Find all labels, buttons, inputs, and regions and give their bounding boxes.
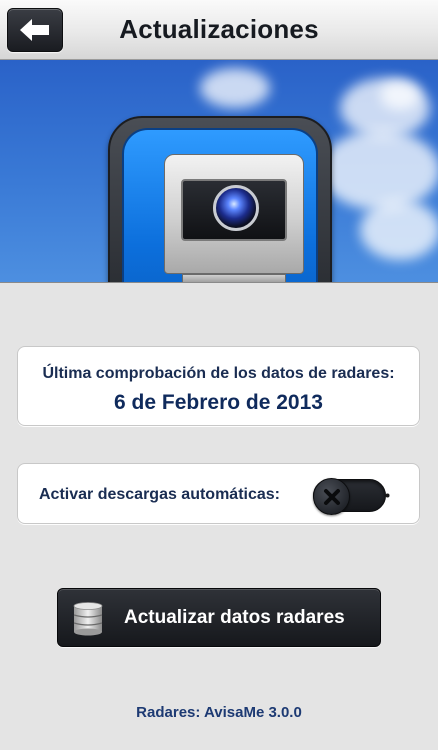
speed-camera-app-icon [108,116,332,282]
last-check-card: Última comprobación de los datos de rada… [17,346,420,426]
toggle-knob[interactable] [313,478,350,515]
update-radar-data-button[interactable]: Actualizar datos radares [57,588,381,647]
last-check-label: Última comprobación de los datos de rada… [42,365,395,382]
last-check-date: 6 de Febrero de 2013 [114,391,323,414]
x-icon [323,488,340,505]
camera-icon [164,154,304,274]
auto-download-label: Activar descargas automáticas: [39,486,280,503]
auto-download-card: Activar descargas automáticas: [17,463,420,524]
navigation-bar: Actualizaciones [0,0,438,60]
auto-download-toggle[interactable] [313,478,386,515]
dot-indicator [385,493,390,498]
update-button-label: Actualizar datos radares [124,607,345,628]
database-icon [73,602,103,636]
page-title: Actualizaciones [119,14,319,44]
hero-banner [0,60,438,283]
version-label: Radares: AvisaMe 3.0.0 [136,704,302,721]
